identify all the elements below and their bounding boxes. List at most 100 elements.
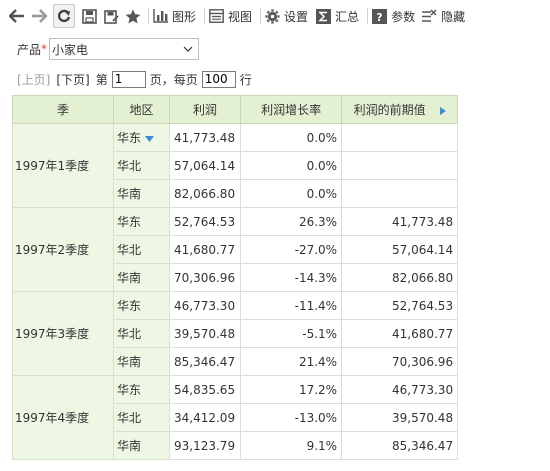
star-icon[interactable]	[122, 4, 144, 28]
region-cell[interactable]: 华北	[113, 319, 170, 348]
sum-icon	[316, 8, 332, 24]
table-row: 1997年2季度 华东 52,764.53 26.3% 41,773.48	[12, 207, 459, 292]
product-select[interactable]: 小家电	[49, 38, 200, 60]
quarter-cell[interactable]: 1997年1季度	[12, 123, 114, 208]
growth-cell: 17.2%	[240, 375, 343, 404]
dropdown-arrow-icon[interactable]	[145, 135, 155, 142]
column-header-season[interactable]: 季	[12, 95, 114, 124]
quarter-cell[interactable]: 1997年3季度	[12, 291, 114, 376]
settings-button-label: 设置	[284, 9, 309, 24]
region-cell[interactable]: 华东	[113, 123, 170, 152]
region-cell[interactable]: 华北	[113, 403, 170, 432]
back-arrow-icon[interactable]	[6, 4, 28, 28]
hide-icon	[422, 9, 437, 22]
profit-cell: 70,306.96	[168, 263, 242, 292]
per-page-suffix: 行	[239, 72, 252, 87]
previous-value-cell: 46,773.30	[341, 375, 459, 404]
profit-cell: 82,066.80	[168, 179, 242, 208]
profit-cell: 34,412.09	[168, 403, 242, 432]
growth-cell: 0.0%	[240, 151, 343, 180]
column-header-previous[interactable]: 利润的前期值	[341, 95, 459, 124]
summary-button-label: 汇总	[335, 9, 360, 24]
region-cell-label: 华北	[117, 327, 142, 341]
quarter-cell[interactable]: 1997年4季度	[12, 375, 114, 460]
params-button[interactable]: ? 参数	[372, 4, 419, 28]
forward-arrow-icon[interactable]	[28, 4, 50, 28]
table-row: 1997年1季度 华东 41,773.48 0.0%	[12, 123, 459, 208]
per-page-input[interactable]	[201, 70, 236, 88]
region-cell-label: 华北	[117, 159, 142, 173]
column-header-profit[interactable]: 利润	[168, 95, 242, 124]
region-cell-label: 华南	[117, 439, 142, 453]
previous-value-cell: 41,680.77	[341, 319, 459, 348]
column-header-growth[interactable]: 利润增长率	[240, 95, 343, 124]
table-row: 1997年4季度 华东 54,835.65 17.2% 46,773.30	[12, 375, 459, 460]
growth-cell: -13.0%	[240, 403, 343, 432]
region-cell-label: 华东	[117, 299, 142, 313]
refresh-icon[interactable]	[53, 4, 75, 28]
previous-value-cell: 52,764.53	[341, 291, 459, 320]
settings-button[interactable]: 设置	[265, 4, 312, 28]
table-row: 1997年3季度 华东 46,773.30 -11.4% 52,764.53	[12, 291, 459, 376]
region-cell[interactable]: 华南	[113, 263, 170, 292]
region-cell[interactable]: 华北	[113, 151, 170, 180]
required-mark: *	[41, 42, 48, 56]
page-prefix: 第	[95, 72, 108, 87]
params-button-label: 参数	[391, 9, 416, 24]
column-header-region[interactable]: 地区	[113, 95, 170, 124]
profit-cell: 93,123.79	[168, 431, 242, 460]
region-cell-label: 华东	[117, 215, 142, 229]
chevron-down-icon	[183, 46, 193, 52]
region-cell[interactable]: 华东	[113, 375, 170, 404]
region-cell-label: 华南	[117, 187, 142, 201]
previous-value-cell: 70,306.96	[341, 347, 459, 376]
summary-button[interactable]: 汇总	[316, 4, 363, 28]
growth-cell: 0.0%	[240, 179, 343, 208]
profit-cell: 54,835.65	[168, 375, 242, 404]
hide-button-label: 隐藏	[441, 9, 466, 24]
product-select-value: 小家电	[52, 42, 89, 57]
region-cell-label: 华南	[117, 271, 142, 285]
region-cell[interactable]: 华东	[113, 207, 170, 236]
growth-cell: 26.3%	[240, 207, 343, 236]
growth-cell: -11.4%	[240, 291, 343, 320]
page-number-input[interactable]	[111, 70, 146, 88]
expand-columns-icon[interactable]	[439, 106, 446, 115]
region-cell-label: 华北	[117, 411, 142, 425]
svg-text:?: ?	[376, 11, 382, 24]
hide-button[interactable]: 隐藏	[421, 4, 469, 28]
previous-value-cell: 41,773.48	[341, 207, 459, 236]
region-cell[interactable]: 华东	[113, 291, 170, 320]
profit-cell: 85,346.47	[168, 347, 242, 376]
growth-cell: -5.1%	[240, 319, 343, 348]
save-as-icon[interactable]	[100, 4, 122, 28]
next-page-link[interactable]: [下页]	[56, 71, 89, 88]
quarter-cell[interactable]: 1997年2季度	[12, 207, 114, 292]
region-cell[interactable]: 华南	[113, 179, 170, 208]
region-cell-label: 华东	[117, 383, 142, 397]
product-filter: 产品 * 小家电	[17, 38, 200, 60]
view-button[interactable]: 视图	[209, 4, 256, 28]
previous-value-cell	[341, 151, 459, 180]
region-cell-label: 华北	[117, 243, 142, 257]
previous-value-cell: 39,570.48	[341, 403, 459, 432]
bar-chart-icon	[153, 9, 168, 23]
view-button-label: 视图	[228, 9, 253, 24]
save-icon[interactable]	[78, 4, 100, 28]
chart-button[interactable]: 图形	[153, 4, 200, 28]
previous-value-cell	[341, 123, 459, 152]
region-cell[interactable]: 华南	[113, 347, 170, 376]
region-cell[interactable]: 华南	[113, 431, 170, 460]
profit-cell: 57,064.14	[168, 151, 242, 180]
column-header-previous-label: 利润的前期值	[353, 103, 426, 117]
table-header-row: 季 地区 利润 利润增长率 利润的前期值	[12, 95, 459, 124]
prev-page-link[interactable]: [上页]	[17, 71, 50, 88]
toolbar-separator	[204, 8, 206, 24]
view-icon	[209, 9, 224, 23]
page-suffix: 页，每页	[149, 72, 198, 87]
question-icon: ?	[372, 8, 388, 24]
region-cell-label: 华东	[117, 131, 142, 145]
toolbar: 图形 视图 设置 汇总 ? 参数 隐藏	[0, 0, 550, 32]
region-cell[interactable]: 华北	[113, 235, 170, 264]
profit-cell: 46,773.30	[168, 291, 242, 320]
